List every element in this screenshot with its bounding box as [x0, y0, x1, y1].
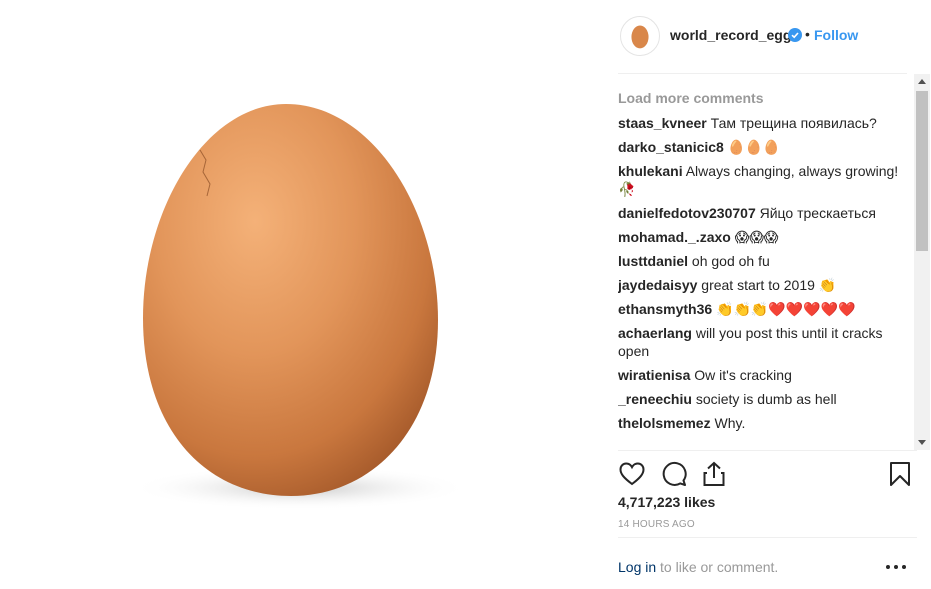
like-count[interactable]: 4,717,223 likes	[618, 494, 715, 510]
comment-text: 🥚🥚🥚	[727, 139, 781, 155]
egg-avatar-icon	[631, 25, 649, 49]
comment-username[interactable]: lusttdaniel	[618, 253, 688, 269]
comments-panel[interactable]: Load more comments staas_kvneer Там трещ…	[618, 74, 914, 450]
post-header: world_record_egg • Follow	[604, 0, 931, 72]
verified-badge-icon	[788, 28, 802, 42]
comment-text: Ow it's cracking	[694, 367, 792, 383]
comment-username[interactable]: ethansmyth36	[618, 301, 712, 317]
comment-username[interactable]: jaydedaisyy	[618, 277, 697, 293]
scroll-down-arrow-icon[interactable]	[918, 440, 926, 445]
comment-item: khulekani Always changing, always growin…	[618, 162, 914, 198]
heart-icon[interactable]	[618, 460, 646, 488]
comment-text: society is dumb as hell	[695, 391, 837, 407]
comment-text: Why.	[714, 415, 746, 431]
comment-username[interactable]: khulekani	[618, 163, 683, 179]
post-sidebar: world_record_egg • Follow Load more comm…	[604, 0, 931, 589]
comment-item: _reneechiu society is dumb as hell	[618, 390, 914, 408]
share-icon[interactable]	[700, 460, 728, 488]
divider	[618, 450, 917, 451]
comment-item: thelolsmemez Why.	[618, 414, 914, 432]
action-bar	[618, 458, 920, 490]
divider	[618, 537, 917, 538]
egg-image	[130, 104, 470, 510]
comment-item: achaerlang will you post this until it c…	[618, 324, 914, 360]
post-timestamp[interactable]: 14 HOURS AGO	[618, 519, 695, 530]
comment-item: staas_kvneer Там трещина появилась?	[618, 114, 914, 132]
comment-item: mohamad._.zaxo 😱😱😱	[618, 228, 914, 246]
comment-item: lusttdaniel oh god oh fu	[618, 252, 914, 270]
avatar[interactable]	[620, 16, 660, 56]
comment-username[interactable]: wiratienisa	[618, 367, 690, 383]
comment-item: darko_stanicic8 🥚🥚🥚	[618, 138, 914, 156]
comment-username[interactable]: darko_stanicic8	[618, 139, 724, 155]
comment-username[interactable]: thelolsmemez	[618, 415, 711, 431]
login-link[interactable]: Log in	[618, 559, 656, 575]
comment-item: danielfedotov230707 Яйцо трескаеться	[618, 204, 914, 222]
scrollbar[interactable]	[914, 74, 930, 450]
comment-text: Яйцо трескаеться	[759, 205, 876, 221]
comment-username[interactable]: mohamad._.zaxo	[618, 229, 731, 245]
comment-item: ethansmyth36 👏👏👏❤️❤️❤️❤️❤️	[618, 300, 914, 318]
scroll-up-arrow-icon[interactable]	[918, 79, 926, 84]
ellipsis-icon[interactable]	[886, 557, 906, 573]
scrollbar-thumb[interactable]	[916, 91, 928, 251]
separator-dot: •	[805, 26, 810, 42]
comment-list: staas_kvneer Там трещина появилась? darko…	[618, 114, 914, 438]
comment-username[interactable]: _reneechiu	[618, 391, 692, 407]
comment-text: great start to 2019 👏	[701, 277, 837, 293]
load-more-comments-button[interactable]: Load more comments	[618, 90, 763, 106]
bookmark-icon[interactable]	[886, 460, 914, 488]
follow-button[interactable]: Follow	[814, 27, 858, 43]
username[interactable]: world_record_egg	[670, 27, 791, 43]
login-prompt-text: to like or comment.	[656, 559, 779, 575]
comment-item: wiratienisa Ow it's cracking	[618, 366, 914, 384]
comment-text: 👏👏👏❤️❤️❤️❤️❤️	[716, 301, 856, 317]
comment-text: oh god oh fu	[691, 253, 770, 269]
comment-text: 😱😱😱	[734, 229, 779, 245]
login-prompt: Log in to like or comment.	[618, 559, 778, 575]
comment-text: Там трещина появилась?	[710, 115, 877, 131]
comment-username[interactable]: staas_kvneer	[618, 115, 707, 131]
post-photo[interactable]	[0, 0, 604, 589]
comment-item: jaydedaisyy great start to 2019 👏	[618, 276, 914, 294]
comment-username[interactable]: achaerlang	[618, 325, 692, 341]
comment-username[interactable]: danielfedotov230707	[618, 205, 756, 221]
speech-bubble-icon[interactable]	[660, 460, 688, 488]
